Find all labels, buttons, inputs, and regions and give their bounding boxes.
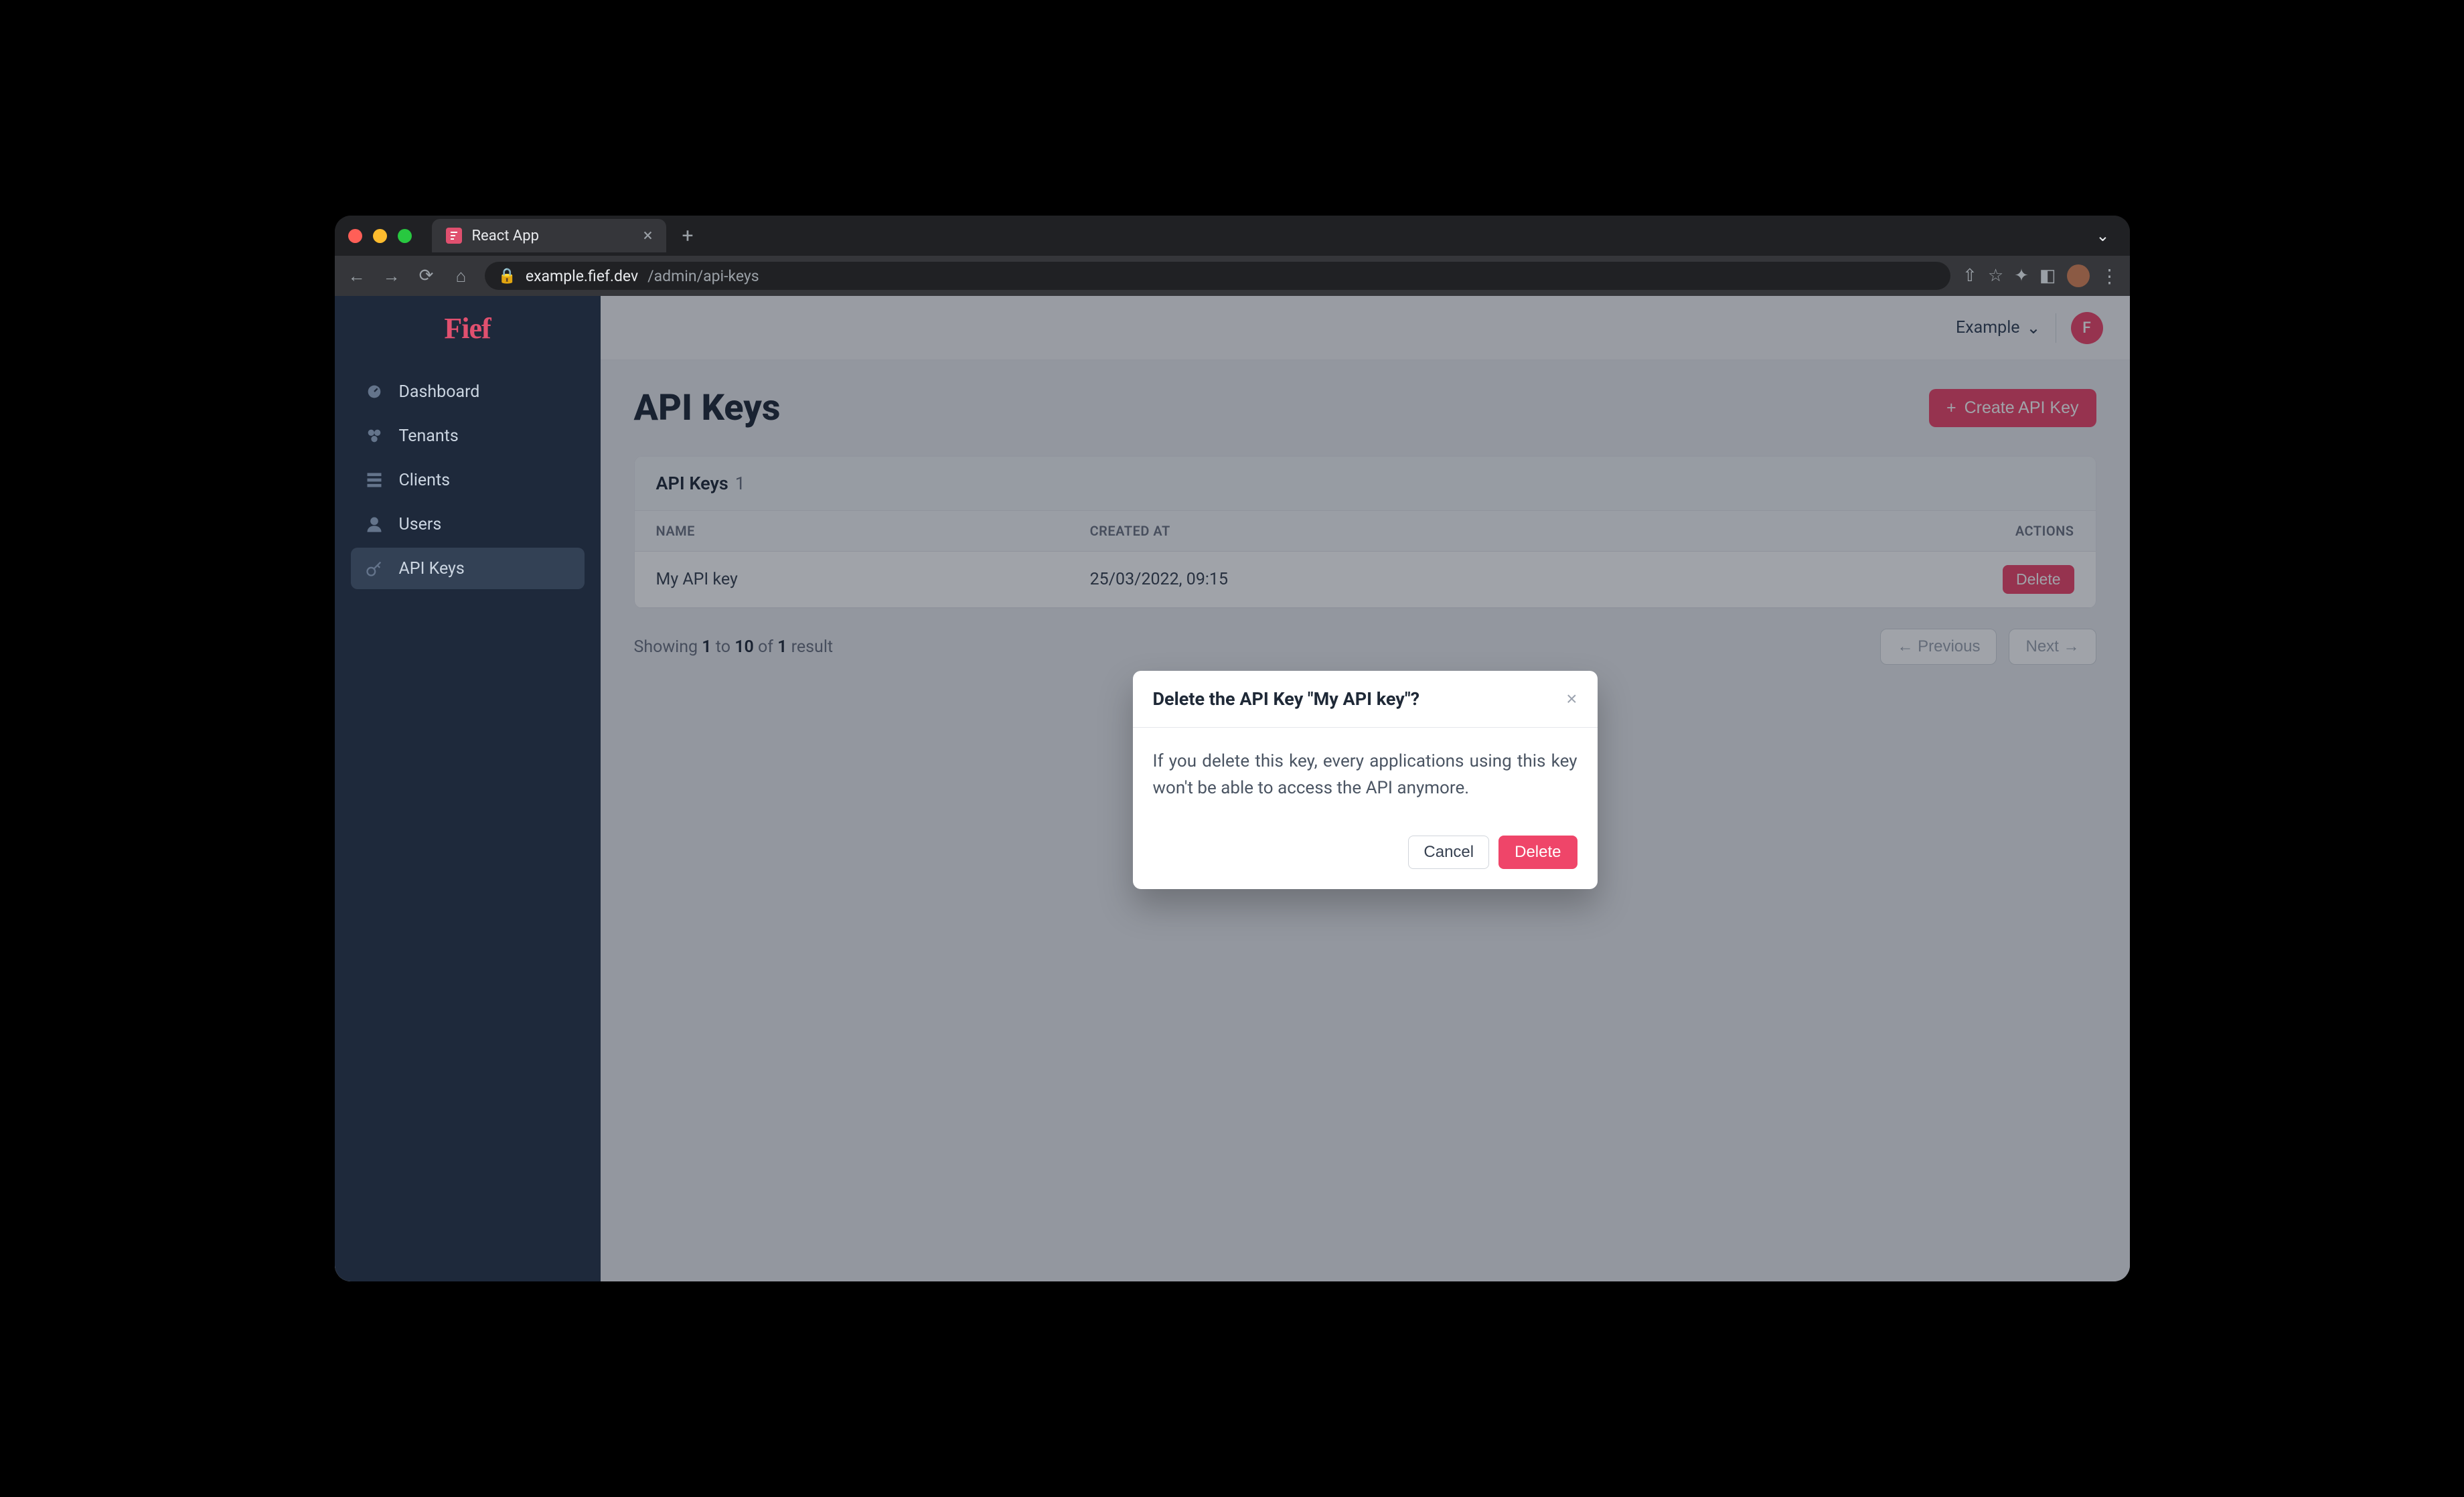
sidebar-item-clients[interactable]: Clients xyxy=(351,459,585,501)
sidebar-item-tenants[interactable]: Tenants xyxy=(351,415,585,457)
tenants-icon xyxy=(363,424,386,447)
modal-footer: Cancel Delete xyxy=(1133,822,1598,889)
lock-icon: 🔒 xyxy=(498,268,516,285)
tab-favicon-icon xyxy=(445,227,463,244)
new-tab-button[interactable]: + xyxy=(672,224,704,248)
nav-list: Dashboard Tenants Clients Users API Keys xyxy=(335,360,601,600)
back-icon[interactable]: ← xyxy=(345,264,368,287)
tab-bar: React App × + ⌄ xyxy=(432,219,2116,252)
sidebar-item-label: Clients xyxy=(399,471,451,490)
dashboard-icon xyxy=(363,380,386,403)
reload-icon[interactable]: ⟳ xyxy=(415,264,438,287)
main-area: Example ⌄ F API Keys + Create API Key xyxy=(601,296,2130,1281)
tab-title: React App xyxy=(472,228,539,244)
forward-icon[interactable]: → xyxy=(380,264,403,287)
home-icon[interactable]: ⌂ xyxy=(450,264,473,287)
clients-icon xyxy=(363,469,386,491)
app-viewport: Fief Dashboard Tenants Clients Users xyxy=(335,296,2130,1281)
browser-toolbar: ⇧ ☆ ✦ ◧ ⋮ xyxy=(1962,264,2119,287)
cancel-button[interactable]: Cancel xyxy=(1408,836,1489,869)
address-bar[interactable]: 🔒 example.fief.dev/admin/api-keys xyxy=(485,262,1951,290)
users-icon xyxy=(363,513,386,536)
browser-profile-avatar[interactable] xyxy=(2067,264,2090,287)
window-maximize-icon[interactable] xyxy=(398,229,412,243)
key-icon xyxy=(363,557,386,580)
sidebar-item-dashboard[interactable]: Dashboard xyxy=(351,371,585,412)
bookmark-icon[interactable]: ☆ xyxy=(1988,266,2003,286)
url-host: example.fief.dev xyxy=(526,267,638,285)
sidebar: Fief Dashboard Tenants Clients Users xyxy=(335,296,601,1281)
share-icon[interactable]: ⇧ xyxy=(1962,266,1977,286)
logo[interactable]: Fief xyxy=(335,296,601,360)
addressbar-row: ← → ⟳ ⌂ 🔒 example.fief.dev/admin/api-key… xyxy=(335,256,2130,296)
browser-window: React App × + ⌄ ← → ⟳ ⌂ 🔒 example.fief.d… xyxy=(335,216,2130,1281)
sidebar-item-users[interactable]: Users xyxy=(351,503,585,545)
modal-overlay[interactable]: Delete the API Key "My API key"? × If yo… xyxy=(601,296,2130,1281)
tab-list-chevron-icon[interactable]: ⌄ xyxy=(2089,226,2116,245)
sidebar-item-label: Users xyxy=(399,515,442,534)
tab-close-icon[interactable]: × xyxy=(643,226,653,246)
window-close-icon[interactable] xyxy=(348,229,362,243)
panel-icon[interactable]: ◧ xyxy=(2039,266,2056,286)
url-path: /admin/api-keys xyxy=(647,267,759,285)
modal-header: Delete the API Key "My API key"? × xyxy=(1133,671,1598,728)
sidebar-item-label: Tenants xyxy=(399,426,459,446)
window-minimize-icon[interactable] xyxy=(373,229,387,243)
extensions-icon[interactable]: ✦ xyxy=(2014,266,2029,286)
logo-text: Fief xyxy=(444,311,490,345)
traffic-lights xyxy=(348,229,412,243)
browser-menu-icon[interactable]: ⋮ xyxy=(2100,265,2119,287)
confirm-delete-button[interactable]: Delete xyxy=(1498,836,1577,869)
sidebar-item-api-keys[interactable]: API Keys xyxy=(351,548,585,589)
delete-confirm-modal: Delete the API Key "My API key"? × If yo… xyxy=(1133,671,1598,889)
browser-tab[interactable]: React App × xyxy=(432,219,666,252)
sidebar-item-label: Dashboard xyxy=(399,382,480,402)
titlebar: React App × + ⌄ xyxy=(335,216,2130,256)
modal-close-icon[interactable]: × xyxy=(1566,688,1577,710)
modal-body: If you delete this key, every applicatio… xyxy=(1133,728,1598,822)
sidebar-item-label: API Keys xyxy=(399,559,465,578)
modal-title: Delete the API Key "My API key"? xyxy=(1153,688,1420,710)
